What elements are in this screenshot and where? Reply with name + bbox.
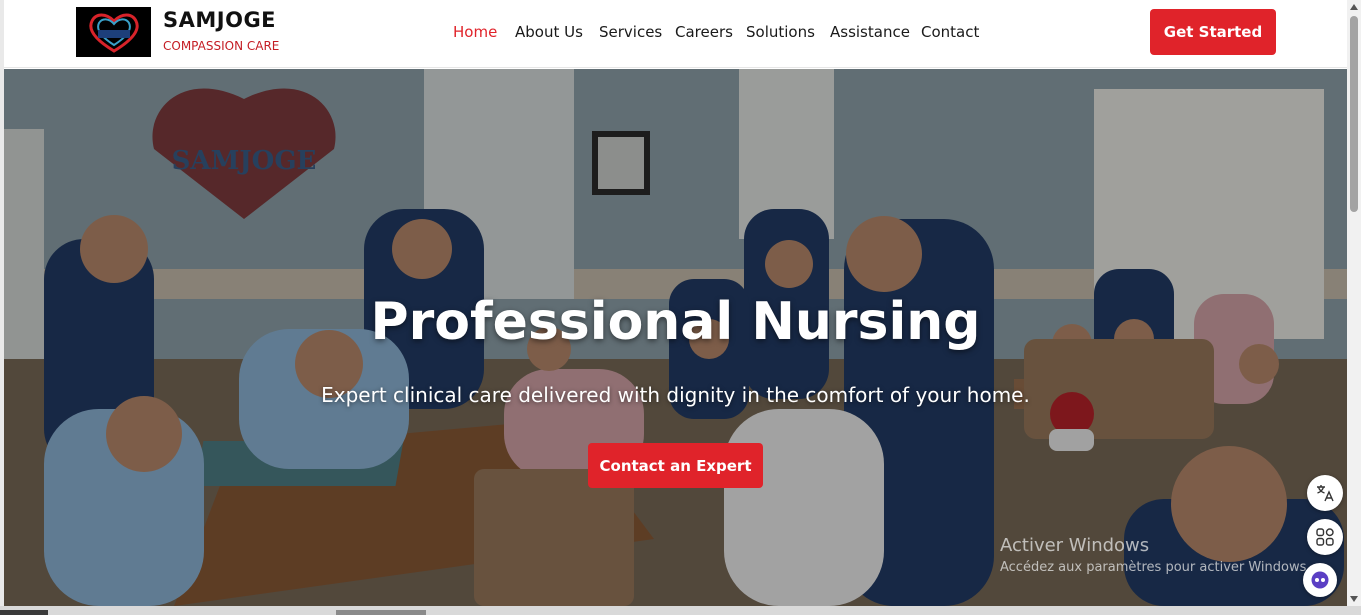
translate-button[interactable] <box>1307 475 1343 511</box>
nav-item-careers[interactable]: Careers <box>675 23 733 41</box>
scrollbar-segment <box>336 610 426 615</box>
windows-activation-subtitle: Accédez aux paramètres pour activer Wind… <box>1000 560 1311 575</box>
main-nav: Home About Us Services Careers Solutions… <box>4 23 1347 43</box>
apps-grid-icon <box>1316 528 1334 546</box>
scroll-down-arrow-icon[interactable] <box>1347 592 1361 606</box>
horizontal-scrollbar[interactable] <box>0 606 1361 615</box>
assistant-bot-icon <box>1311 571 1329 589</box>
nav-item-solutions[interactable]: Solutions <box>746 23 815 41</box>
scroll-up-arrow-icon[interactable] <box>1347 0 1361 14</box>
scrollbar-thumb[interactable] <box>1350 16 1358 212</box>
contact-expert-button[interactable]: Contact an Expert <box>588 443 763 488</box>
scrollbar-segment <box>0 610 48 615</box>
nav-item-contact[interactable]: Contact <box>921 23 979 41</box>
site-header: SAMJOGE COMPASSION CARE Home About Us Se… <box>4 0 1347 68</box>
assistant-button[interactable] <box>1303 563 1337 597</box>
get-started-button[interactable]: Get Started <box>1150 9 1276 55</box>
nav-item-about-us[interactable]: About Us <box>515 23 583 41</box>
vertical-scrollbar[interactable] <box>1347 0 1361 606</box>
hero-title: Professional Nursing <box>370 292 981 352</box>
nav-item-services[interactable]: Services <box>599 23 662 41</box>
nav-item-assistance[interactable]: Assistance <box>830 23 910 41</box>
hero-subtitle: Expert clinical care delivered with dign… <box>321 383 1030 407</box>
translate-icon <box>1317 485 1334 502</box>
windows-activation-title: Activer Windows <box>1000 535 1150 556</box>
hero-section: SAMJOGE Professional Nursing Expert clin… <box>4 69 1347 606</box>
apps-button[interactable] <box>1307 519 1343 555</box>
nav-item-home[interactable]: Home <box>453 23 497 41</box>
